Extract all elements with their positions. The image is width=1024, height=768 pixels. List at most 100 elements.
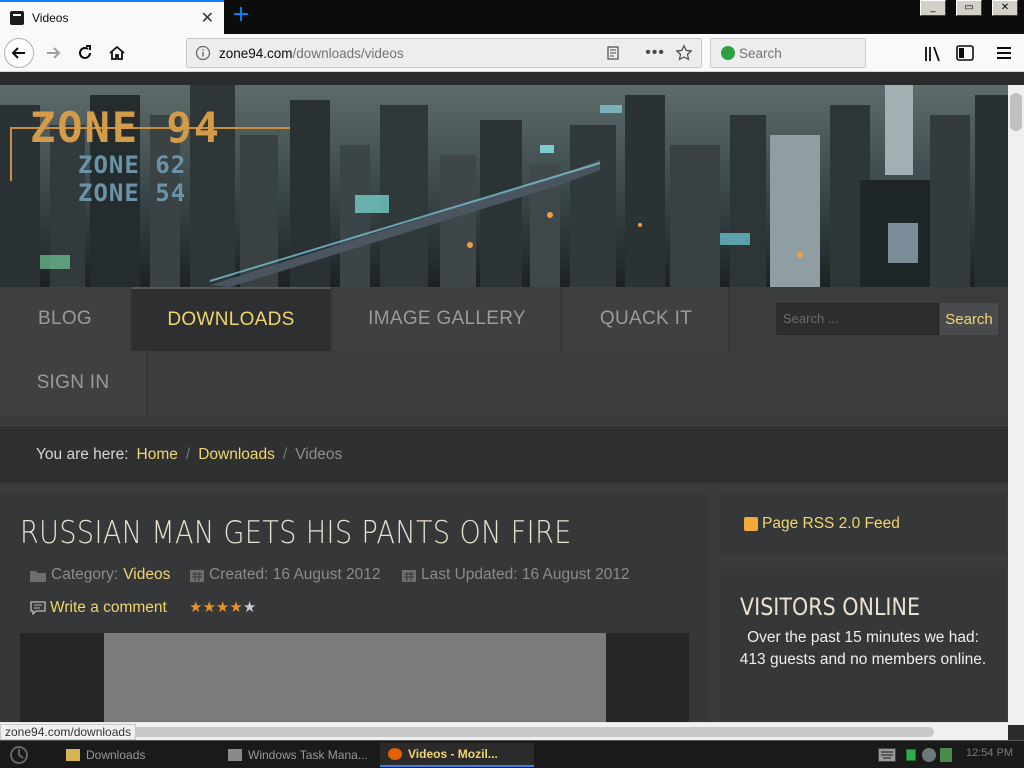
reader-view-icon[interactable] <box>605 45 621 61</box>
menu-item-blog[interactable]: BLOG <box>0 287 132 351</box>
navigation-toolbar: zone94.com/downloads/videos ••• Search <box>0 34 1024 72</box>
breadcrumb-separator: / <box>282 445 288 463</box>
sidebar-toggle-icon[interactable] <box>956 45 974 61</box>
reload-button[interactable] <box>70 38 100 68</box>
write-comment-label: Write a comment <box>50 599 167 616</box>
taskbar-item-label: Videos - Mozil... <box>408 747 498 761</box>
main-menu: BLOG DOWNLOADS IMAGE GALLERY QUACK IT SI… <box>0 287 1008 415</box>
breadcrumb-separator: / <box>185 445 191 463</box>
logo-sub-zone-54: ZONE 54 <box>78 179 187 207</box>
url-bar[interactable]: zone94.com/downloads/videos ••• <box>186 38 702 68</box>
tab-strip: Videos ✕ + _ ▭ ✕ <box>0 0 1024 34</box>
tab-close-icon[interactable]: ✕ <box>201 10 214 26</box>
calendar-icon <box>402 570 416 582</box>
taskbar: Downloads Windows Task Mana... Videos - … <box>0 740 1024 768</box>
category-label: Category: <box>51 566 119 583</box>
rss-icon <box>744 517 758 531</box>
url-domain: zone94.com <box>219 45 293 61</box>
forward-arrow-icon <box>47 47 61 59</box>
folder-icon <box>30 570 46 582</box>
home-icon <box>109 45 125 60</box>
task-manager-icon <box>228 749 242 761</box>
browser-search-placeholder: Search <box>739 45 782 61</box>
site-search-input[interactable]: Search ... <box>776 303 939 335</box>
network-icon[interactable] <box>906 749 916 761</box>
article-title[interactable]: RUSSIAN MAN GETS HIS PANTS ON FIRE <box>20 515 572 551</box>
breadcrumb-downloads-link[interactable]: Downloads <box>198 446 275 464</box>
vertical-scrollbar[interactable] <box>1008 85 1024 725</box>
taskbar-item-label: Downloads <box>86 748 146 762</box>
star-icon[interactable]: ★ <box>229 598 242 616</box>
back-arrow-icon <box>11 47 25 59</box>
category-link[interactable]: Videos <box>123 566 170 584</box>
taskbar-clock[interactable]: 12:54 PM <box>966 747 1013 759</box>
forward-button[interactable] <box>38 38 68 68</box>
reload-icon <box>79 45 91 59</box>
rss-label: Page RSS 2.0 Feed <box>762 515 900 532</box>
tab-title: Videos <box>32 11 69 25</box>
menu-item-quack-it[interactable]: QUACK IT <box>564 287 730 351</box>
menu-item-sign-in[interactable]: SIGN IN <box>0 351 148 415</box>
folder-icon <box>66 749 80 761</box>
star-icon[interactable]: ★ <box>202 598 215 616</box>
bookmark-star-icon[interactable] <box>675 44 693 62</box>
visitors-title: VISITORS ONLINE <box>740 593 921 621</box>
created-date: Created: 16 August 2012 <box>209 566 381 583</box>
video-player[interactable] <box>20 633 689 725</box>
star-icon[interactable]: ★ <box>189 598 202 616</box>
url-text: zone94.com/downloads/videos <box>219 46 605 61</box>
menu-item-downloads[interactable]: DOWNLOADS <box>132 287 332 351</box>
video-frame[interactable] <box>104 633 606 725</box>
browser-search-field[interactable]: Search <box>710 38 866 68</box>
article: RUSSIAN MAN GETS HIS PANTS ON FIRE Categ… <box>0 493 708 725</box>
start-menu-icon[interactable] <box>8 745 30 765</box>
back-button[interactable] <box>4 38 34 68</box>
breadcrumb-current: Videos <box>295 445 343 463</box>
horizontal-scroll-thumb[interactable] <box>12 727 934 737</box>
rss-module: Page RSS 2.0 Feed <box>720 493 1006 555</box>
write-comment-link[interactable]: Write a comment <box>30 599 167 617</box>
site-favicon-icon <box>10 11 24 25</box>
breadcrumb-home-link[interactable]: Home <box>137 446 178 464</box>
article-updated: Last Updated: 16 August 2012 <box>402 566 630 584</box>
star-icon[interactable]: ★ <box>216 598 229 616</box>
page-viewport: ZONE 94 ZONE 62 ZONE 54 BLOG DOWNLOADS I… <box>0 85 1008 725</box>
new-tab-button[interactable]: + <box>230 4 252 28</box>
rating-stars[interactable]: ★★★★★ <box>189 598 256 616</box>
taskbar-item-task-manager[interactable]: Windows Task Mana... <box>220 743 376 767</box>
logo-sub-zone-62: ZONE 62 <box>78 151 187 179</box>
site-logo[interactable]: ZONE 94 <box>30 103 221 152</box>
close-window-button[interactable]: ✕ <box>992 0 1018 16</box>
home-button[interactable] <box>102 38 132 68</box>
comment-icon <box>30 601 46 615</box>
horizontal-scrollbar[interactable] <box>0 722 1008 740</box>
hero-banner: ZONE 94 ZONE 62 ZONE 54 <box>0 85 1008 287</box>
status-url: zone94.com/downloads <box>0 724 137 740</box>
vertical-scroll-thumb[interactable] <box>1010 93 1022 131</box>
menu-hamburger-icon[interactable] <box>996 45 1012 61</box>
minimize-button[interactable]: _ <box>920 0 946 16</box>
taskbar-item-firefox[interactable]: Videos - Mozil... <box>380 743 534 767</box>
updated-date: Last Updated: 16 August 2012 <box>421 566 630 583</box>
star-icon[interactable]: ★ <box>243 598 256 616</box>
page-actions-icon[interactable]: ••• <box>645 44 665 62</box>
calendar-icon <box>190 570 204 582</box>
battery-icon[interactable] <box>940 748 952 762</box>
rss-feed-link[interactable]: Page RSS 2.0 Feed <box>744 515 900 533</box>
firefox-icon <box>388 748 402 760</box>
menu-item-image-gallery[interactable]: IMAGE GALLERY <box>334 287 562 351</box>
info-icon[interactable] <box>195 45 211 61</box>
taskbar-item-label: Windows Task Mana... <box>248 748 368 762</box>
article-category: Category: Videos <box>30 566 170 584</box>
taskbar-item-downloads[interactable]: Downloads <box>58 743 218 767</box>
site-search-button[interactable]: Search <box>940 303 998 335</box>
breadcrumb: You are here: Home / Downloads / Videos <box>0 425 1008 483</box>
volume-icon[interactable] <box>922 748 936 762</box>
maximize-button[interactable]: ▭ <box>956 0 982 16</box>
visitors-text: Over the past 15 minutes we had: 413 gue… <box>739 629 987 668</box>
tab-videos[interactable]: Videos ✕ <box>0 0 224 34</box>
library-icon[interactable] <box>924 46 942 62</box>
keyboard-icon[interactable] <box>878 748 896 762</box>
search-engine-icon <box>721 46 735 60</box>
url-path: /downloads/videos <box>292 45 404 61</box>
